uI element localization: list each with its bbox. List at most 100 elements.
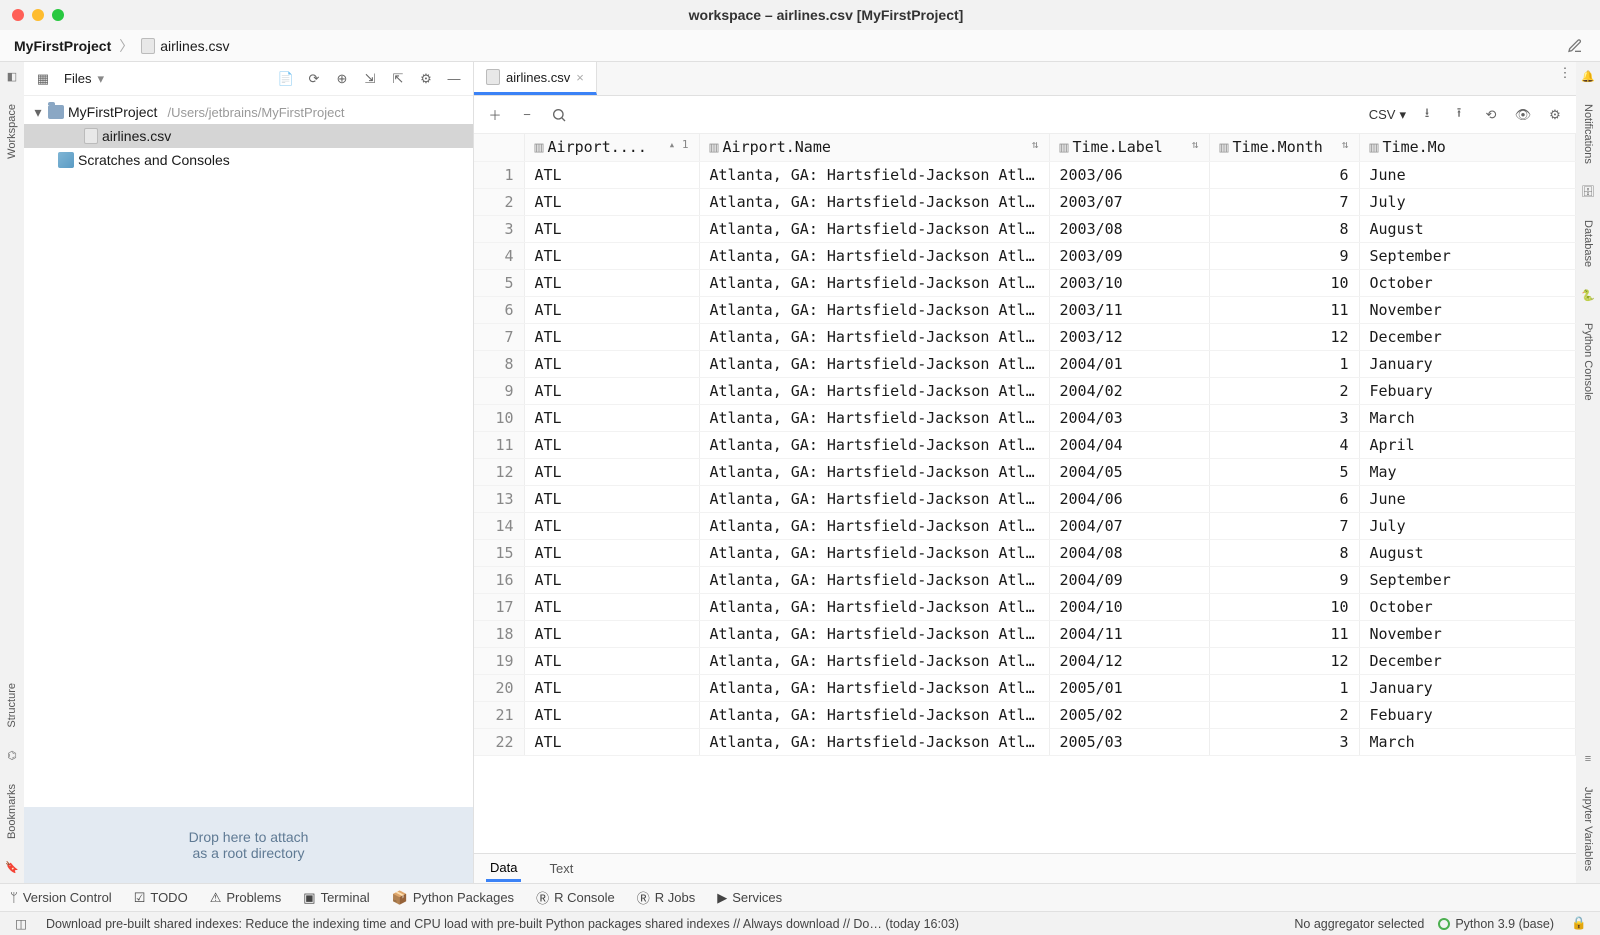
right-tab-database[interactable]: Database bbox=[1582, 216, 1594, 271]
table-row[interactable]: 4ATLAtlanta, GA: Hartsfield-Jackson Atl…… bbox=[474, 242, 1576, 269]
table-row[interactable]: 1ATLAtlanta, GA: Hartsfield-Jackson Atl…… bbox=[474, 161, 1576, 188]
cell-time-month-name[interactable]: March bbox=[1359, 404, 1576, 431]
cell-time-month-name[interactable]: December bbox=[1359, 323, 1576, 350]
table-row[interactable]: 16ATLAtlanta, GA: Hartsfield-Jackson Atl… bbox=[474, 566, 1576, 593]
left-tab-workspace[interactable]: Workspace bbox=[6, 100, 18, 163]
right-tab-notifications[interactable]: Notifications bbox=[1582, 100, 1594, 168]
cell-airport-code[interactable]: ATL bbox=[524, 269, 699, 296]
table-row[interactable]: 10ATLAtlanta, GA: Hartsfield-Jackson Atl… bbox=[474, 404, 1576, 431]
cell-time-month[interactable]: 6 bbox=[1209, 485, 1359, 512]
cell-time-month-name[interactable]: October bbox=[1359, 269, 1576, 296]
cell-time-month[interactable]: 5 bbox=[1209, 458, 1359, 485]
cell-time-month-name[interactable]: Febuary bbox=[1359, 701, 1576, 728]
statusbar-message[interactable]: Download pre-built shared indexes: Reduc… bbox=[46, 917, 959, 931]
row-number-cell[interactable]: 2 bbox=[474, 188, 524, 215]
cell-airport-name[interactable]: Atlanta, GA: Hartsfield-Jackson Atl… bbox=[699, 161, 1049, 188]
cell-time-month[interactable]: 12 bbox=[1209, 323, 1359, 350]
cell-time-label[interactable]: 2004/09 bbox=[1049, 566, 1209, 593]
cell-airport-name[interactable]: Atlanta, GA: Hartsfield-Jackson Atl… bbox=[699, 674, 1049, 701]
bell-icon[interactable]: 🔔 bbox=[1580, 68, 1596, 84]
statusbar-tool-icon[interactable]: ◫ bbox=[10, 913, 32, 935]
download-icon[interactable]: ⭳ bbox=[1416, 104, 1438, 126]
tool-window-services[interactable]: ▶Services bbox=[717, 890, 782, 906]
python-icon[interactable]: 🐍 bbox=[1580, 287, 1596, 303]
tool-window-todo[interactable]: ☑TODO bbox=[134, 890, 188, 906]
row-number-cell[interactable]: 6 bbox=[474, 296, 524, 323]
collapse-all-icon[interactable]: ⇱ bbox=[387, 68, 409, 90]
cell-time-label[interactable]: 2004/06 bbox=[1049, 485, 1209, 512]
statusbar-aggregator[interactable]: No aggregator selected bbox=[1294, 917, 1424, 931]
structure-icon[interactable]: ⌬ bbox=[4, 748, 20, 764]
row-number-cell[interactable]: 13 bbox=[474, 485, 524, 512]
cell-time-month[interactable]: 12 bbox=[1209, 647, 1359, 674]
table-row[interactable]: 12ATLAtlanta, GA: Hartsfield-Jackson Atl… bbox=[474, 458, 1576, 485]
cell-time-month-name[interactable]: September bbox=[1359, 242, 1576, 269]
edit-icon[interactable] bbox=[1564, 35, 1586, 57]
cell-airport-name[interactable]: Atlanta, GA: Hartsfield-Jackson Atl… bbox=[699, 350, 1049, 377]
cell-time-month-name[interactable]: June bbox=[1359, 485, 1576, 512]
cell-airport-name[interactable]: Atlanta, GA: Hartsfield-Jackson Atl… bbox=[699, 377, 1049, 404]
cell-airport-name[interactable]: Atlanta, GA: Hartsfield-Jackson Atl… bbox=[699, 215, 1049, 242]
cell-airport-name[interactable]: Atlanta, GA: Hartsfield-Jackson Atl… bbox=[699, 539, 1049, 566]
cell-airport-code[interactable]: ATL bbox=[524, 323, 699, 350]
refresh-icon[interactable]: ⟳ bbox=[303, 68, 325, 90]
cell-airport-name[interactable]: Atlanta, GA: Hartsfield-Jackson Atl… bbox=[699, 296, 1049, 323]
column-header-time-month[interactable]: ▥Time.Month ⇅ bbox=[1209, 134, 1359, 161]
row-number-cell[interactable]: 9 bbox=[474, 377, 524, 404]
close-tab-icon[interactable]: × bbox=[576, 70, 584, 85]
expand-all-icon[interactable]: ⇲ bbox=[359, 68, 381, 90]
cell-time-label[interactable]: 2005/02 bbox=[1049, 701, 1209, 728]
row-number-cell[interactable]: 19 bbox=[474, 647, 524, 674]
column-header-airport-code[interactable]: ▥Airport.... ▴ 1 bbox=[524, 134, 699, 161]
cell-time-month-name[interactable]: January bbox=[1359, 674, 1576, 701]
cell-time-label[interactable]: 2004/10 bbox=[1049, 593, 1209, 620]
table-row[interactable]: 9ATLAtlanta, GA: Hartsfield-Jackson Atl…… bbox=[474, 377, 1576, 404]
tool-window-terminal[interactable]: ▣Terminal bbox=[303, 890, 369, 906]
close-window-button[interactable] bbox=[12, 9, 24, 21]
row-number-cell[interactable]: 20 bbox=[474, 674, 524, 701]
cell-time-month-name[interactable]: Febuary bbox=[1359, 377, 1576, 404]
data-grid[interactable]: ▥Airport.... ▴ 1 ▥Airport.Name ⇅ ▥Time.L… bbox=[474, 134, 1576, 853]
cell-airport-name[interactable]: Atlanta, GA: Hartsfield-Jackson Atl… bbox=[699, 323, 1049, 350]
tool-window-problems[interactable]: ⚠Problems bbox=[210, 890, 282, 906]
tool-window-python-packages[interactable]: 📦Python Packages bbox=[392, 890, 514, 906]
table-row[interactable]: 17ATLAtlanta, GA: Hartsfield-Jackson Atl… bbox=[474, 593, 1576, 620]
row-number-cell[interactable]: 4 bbox=[474, 242, 524, 269]
table-row[interactable]: 5ATLAtlanta, GA: Hartsfield-Jackson Atl…… bbox=[474, 269, 1576, 296]
cell-time-month-name[interactable]: August bbox=[1359, 215, 1576, 242]
cell-time-month-name[interactable]: September bbox=[1359, 566, 1576, 593]
project-view-icon[interactable]: ▦ bbox=[32, 68, 54, 90]
search-icon[interactable] bbox=[548, 104, 570, 126]
table-row[interactable]: 3ATLAtlanta, GA: Hartsfield-Jackson Atl…… bbox=[474, 215, 1576, 242]
cell-time-month[interactable]: 9 bbox=[1209, 566, 1359, 593]
cell-time-month[interactable]: 11 bbox=[1209, 620, 1359, 647]
cell-airport-code[interactable]: ATL bbox=[524, 431, 699, 458]
row-number-cell[interactable]: 15 bbox=[474, 539, 524, 566]
cell-airport-code[interactable]: ATL bbox=[524, 188, 699, 215]
cell-time-month-name[interactable]: July bbox=[1359, 512, 1576, 539]
project-selector[interactable]: Files bbox=[64, 71, 91, 86]
list-icon[interactable]: ≡ bbox=[1580, 751, 1596, 767]
minimize-window-button[interactable] bbox=[32, 9, 44, 21]
column-header-airport-name[interactable]: ▥Airport.Name ⇅ bbox=[699, 134, 1049, 161]
view-icon[interactable]: 👁 bbox=[1512, 104, 1534, 126]
cell-time-month-name[interactable]: April bbox=[1359, 431, 1576, 458]
cell-time-label[interactable]: 2004/12 bbox=[1049, 647, 1209, 674]
bookmark-icon[interactable]: 🔖 bbox=[4, 859, 20, 875]
table-row[interactable]: 11ATLAtlanta, GA: Hartsfield-Jackson Atl… bbox=[474, 431, 1576, 458]
chevron-down-icon[interactable]: ▾ bbox=[97, 71, 104, 87]
table-row[interactable]: 14ATLAtlanta, GA: Hartsfield-Jackson Atl… bbox=[474, 512, 1576, 539]
cell-time-label[interactable]: 2004/02 bbox=[1049, 377, 1209, 404]
cell-airport-code[interactable]: ATL bbox=[524, 566, 699, 593]
cell-airport-code[interactable]: ATL bbox=[524, 404, 699, 431]
settings-icon[interactable]: ⚙ bbox=[1544, 104, 1566, 126]
tree-file-airlines[interactable]: airlines.csv bbox=[24, 124, 473, 148]
cell-airport-name[interactable]: Atlanta, GA: Hartsfield-Jackson Atl… bbox=[699, 593, 1049, 620]
bottom-tab-text[interactable]: Text bbox=[545, 857, 577, 880]
table-row[interactable]: 15ATLAtlanta, GA: Hartsfield-Jackson Atl… bbox=[474, 539, 1576, 566]
cell-time-label[interactable]: 2004/11 bbox=[1049, 620, 1209, 647]
breadcrumb-file[interactable]: airlines.csv bbox=[141, 38, 229, 54]
cell-time-label[interactable]: 2005/03 bbox=[1049, 728, 1209, 755]
cell-time-month[interactable]: 2 bbox=[1209, 377, 1359, 404]
table-row[interactable]: 21ATLAtlanta, GA: Hartsfield-Jackson Atl… bbox=[474, 701, 1576, 728]
